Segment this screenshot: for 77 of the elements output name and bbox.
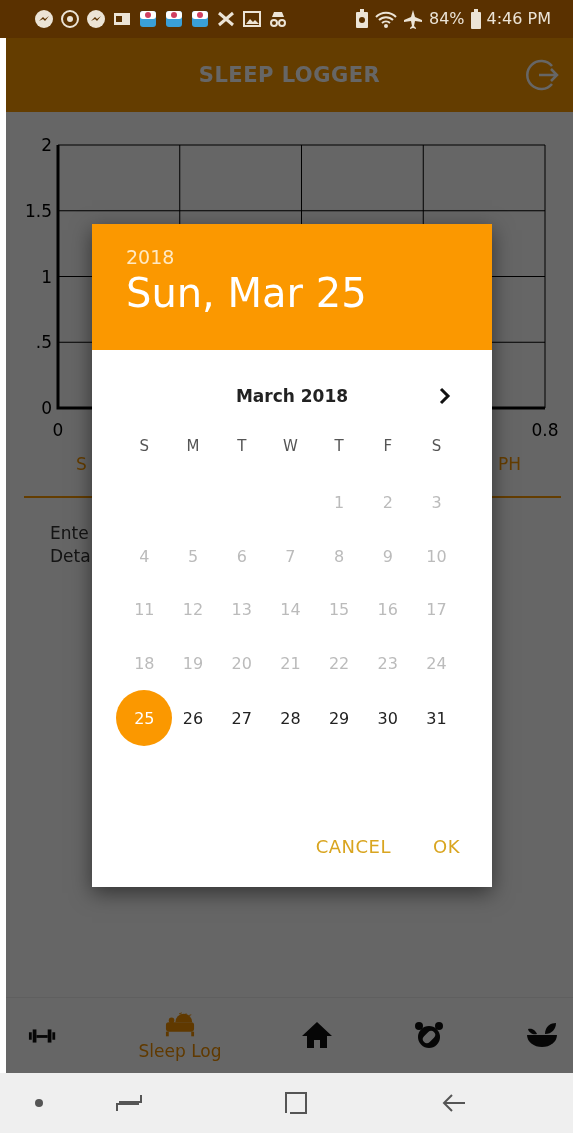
x-tick-label: 0.8: [531, 419, 559, 440]
selected-date: Sun, Mar 25: [126, 270, 368, 316]
weekday-label: F: [383, 437, 393, 455]
weekday-label: W: [283, 437, 298, 455]
calendar-day[interactable]: 25: [116, 690, 173, 746]
graph-tab[interactable]: PH: [497, 453, 521, 474]
y-tick-label: 2: [41, 134, 52, 155]
clock-time: 4:46 PM: [486, 9, 551, 29]
calendar-day: 2: [363, 478, 412, 527]
y-tick-label: .5: [35, 332, 52, 353]
calendar-day: 4: [120, 532, 169, 581]
bed-icon: [165, 1012, 195, 1036]
dot-icon[interactable]: [34, 1098, 44, 1109]
calendar-day[interactable]: 27: [217, 694, 266, 742]
cancel-button[interactable]: CANCEL: [305, 830, 401, 863]
home-icon[interactable]: [302, 1021, 332, 1048]
calendar-day[interactable]: 29: [315, 694, 364, 742]
weekday-label: M: [186, 437, 200, 455]
dumbbell-icon[interactable]: [28, 1029, 56, 1043]
calendar-day: 5: [169, 532, 218, 581]
calendar-day: 9: [363, 532, 412, 581]
glasses-icon: [268, 9, 288, 29]
x-tick-label: 0: [52, 419, 64, 440]
calendar-day: 24: [412, 639, 461, 688]
chat-bubble-icon: [34, 9, 54, 29]
cube-icon: [138, 9, 158, 29]
weekday-label: T: [237, 437, 247, 455]
weekday-label: T: [334, 437, 344, 455]
alarm-clock-icon[interactable]: [414, 1021, 443, 1048]
entry-label: Deta: [50, 544, 91, 568]
wifi-icon: [374, 10, 397, 28]
calendar-day: 7: [266, 532, 315, 581]
battery-icon: [470, 9, 481, 29]
calendar-day[interactable]: 28: [266, 694, 315, 742]
image-icon: [242, 9, 262, 29]
nav-tab[interactable]: Sleep Log: [138, 1010, 222, 1061]
year-label[interactable]: 2018: [126, 246, 492, 268]
entry-label: Ente: [50, 521, 89, 545]
back-icon[interactable]: [442, 1093, 466, 1114]
battery-level: 84%: [428, 9, 465, 29]
calendar-day: 17: [412, 585, 461, 634]
weekday-label: S: [431, 437, 442, 455]
cube-icon: [164, 9, 184, 29]
chat-bubble-icon: [86, 9, 106, 29]
calendar-day: 6: [217, 532, 266, 581]
y-tick-label: 1: [41, 266, 52, 287]
calendar-day: 8: [315, 532, 364, 581]
app-title: SLEEP LOGGER: [198, 62, 381, 87]
recent-apps-icon[interactable]: [116, 1094, 142, 1113]
calendar-day[interactable]: 31: [412, 694, 461, 742]
home-button-icon[interactable]: [284, 1091, 308, 1116]
y-tick-label: 1.5: [24, 200, 52, 221]
calendar-day: 10: [412, 532, 461, 581]
battery-saver-icon: [354, 9, 369, 29]
month-label: March 2018: [235, 386, 349, 406]
ok-button[interactable]: OK: [423, 830, 470, 863]
calendar-day: 16: [363, 585, 412, 634]
calendar-day: 13: [217, 585, 266, 634]
calendar-day: 20: [217, 639, 266, 688]
cube-icon: [190, 9, 210, 29]
graph-tab[interactable]: S: [76, 453, 87, 474]
calendar-day: 18: [120, 639, 169, 688]
calendar-day: 22: [315, 639, 364, 688]
calendar-day: 11: [120, 585, 169, 634]
weekday-label: S: [139, 437, 150, 455]
airplane-icon: [402, 9, 423, 29]
y-tick-label: 0: [41, 397, 52, 418]
calendar-day: 23: [363, 639, 412, 688]
calendar-day: 19: [169, 639, 218, 688]
calendar-day: 12: [169, 585, 218, 634]
calendar-day: 3: [412, 478, 461, 527]
calendar-day: 14: [266, 585, 315, 634]
calendar-day: 21: [266, 639, 315, 688]
calendar-day[interactable]: 30: [363, 694, 412, 742]
calendar-day: 15: [315, 585, 364, 634]
calendar-day: 1: [315, 478, 364, 527]
herb-bowl-icon[interactable]: [527, 1022, 557, 1047]
